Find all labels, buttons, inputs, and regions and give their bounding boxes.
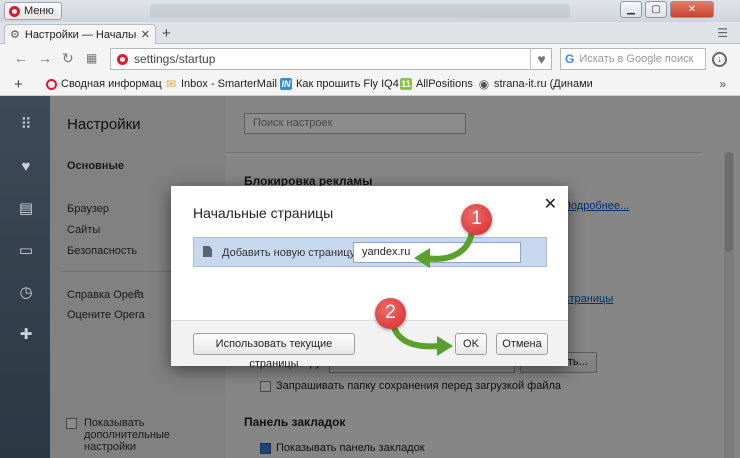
step-marker-2: 2 [375,298,406,329]
blurred-window-title [150,4,570,18]
maximize-icon: ▢ [651,4,661,15]
dialog-title: Начальные страницы [193,205,334,221]
bookmark-item[interactable]: ✉ Inbox - SmarterMail [165,77,277,91]
opera-page-icon [117,53,128,65]
use-current-pages-button[interactable]: Использовать текущие страницы [193,333,355,370]
news-icon[interactable]: ▤ [17,200,35,218]
forward-arrow-icon[interactable]: → [38,50,52,66]
tab-bar: ⚙ Настройки — Начальны ✕ + ☰ [0,22,740,44]
bookmark-label: Как прошить Fly IQ4 [296,78,399,90]
in-icon: IN [280,78,292,90]
start-pages-dialog: Начальные страницы ✕ Добавить новую стра… [171,186,568,370]
google-icon: G [565,52,575,66]
bookmark-label: strana-it.ru (Динами [494,78,593,90]
menu-button[interactable]: Меню [4,2,62,20]
new-tab-button[interactable]: + [162,25,171,42]
bookmark-item[interactable]: 11 AllPositions [400,78,473,90]
cancel-button[interactable]: Отмена [496,333,548,355]
download-icon[interactable]: ↓ [712,52,727,67]
step-marker-1: 1 [461,204,492,235]
extensions-puzzle-icon[interactable]: ✚ [17,326,35,344]
opera-logo-icon [9,5,20,17]
envelope-icon: ✉ [165,77,177,91]
search-placeholder: Искать в Google поиск [579,53,694,65]
address-bar: ← → ↻ ▦ settings/startup ♥ G Искать в Go… [0,44,740,74]
close-window-button[interactable]: ✕ [670,1,714,18]
home-grid-icon[interactable]: ▦ [86,51,97,65]
opera-sidebar: ⠿ ♥ ▤ ▭ ◷ ✚ [0,96,50,458]
heart-icon[interactable]: ♥ [17,158,35,176]
menu-label: Меню [24,5,54,17]
url-field[interactable]: settings/startup [110,48,552,70]
minimize-button[interactable]: ▁ [620,1,642,18]
add-bookmark-button[interactable]: + [14,76,23,93]
more-bookmarks-icon[interactable]: » [719,77,726,91]
bookmark-label: Inbox - SmarterMail [181,78,277,90]
search-field[interactable]: G Искать в Google поиск [560,48,706,70]
speed-dial-icon[interactable]: ⠿ [17,116,35,134]
bookmark-label: AllPositions [416,78,473,90]
ok-button[interactable]: OK [455,333,487,355]
history-clock-icon[interactable]: ◷ [17,284,35,302]
tab-settings[interactable]: ⚙ Настройки — Начальны ✕ [4,24,156,44]
heart-icon[interactable]: ♥ [530,48,552,70]
bookmark-item[interactable]: IN Как прошить Fly IQ4 [280,78,399,90]
allpositions-icon: 11 [400,78,412,90]
back-arrow-icon[interactable]: ← [14,50,28,66]
dialog-footer: Использовать текущие страницы OK Отмена [171,320,568,370]
bookmark-label: Сводная информац [61,78,162,90]
tab-menu-icon[interactable]: ☰ [717,26,728,40]
bookmarks-bar: + Сводная информац ✉ Inbox - SmarterMail… [0,74,740,96]
opera-icon [46,78,57,90]
url-text: settings/startup [134,52,216,66]
minimize-icon: ▁ [627,4,635,15]
tab-close-icon[interactable]: ✕ [141,28,150,41]
add-page-row: Добавить новую страницу yandex.ru [193,237,547,267]
tabs-sync-icon[interactable]: ▭ [17,242,35,260]
close-icon: ✕ [687,4,697,15]
bookmark-item[interactable]: Сводная информац [46,78,162,90]
globe-icon: ◉ [478,77,490,91]
dialog-close-icon[interactable]: ✕ [544,194,557,214]
gear-icon: ⚙ [10,29,20,41]
title-bar: Меню ▁ ▢ ✕ [0,0,740,22]
document-icon [203,246,212,257]
tab-title: Настройки — Начальны [24,28,136,41]
reload-icon[interactable]: ↻ [62,50,74,67]
add-page-label: Добавить новую страницу [222,247,356,259]
bookmark-item[interactable]: ◉ strana-it.ru (Динами [478,77,593,91]
maximize-button[interactable]: ▢ [645,1,667,18]
